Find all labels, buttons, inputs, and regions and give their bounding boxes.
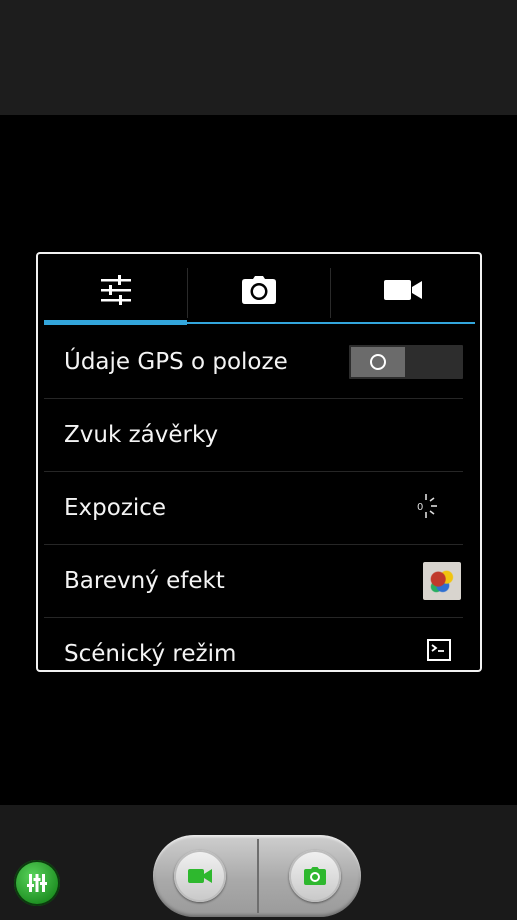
setting-gps-location[interactable]: Údaje GPS o poloze bbox=[44, 326, 463, 399]
setting-color-effect[interactable]: Barevný efekt bbox=[44, 545, 463, 618]
setting-label: Zvuk závěrky bbox=[64, 422, 219, 448]
top-bar bbox=[0, 0, 517, 115]
gps-toggle-switch[interactable] bbox=[349, 345, 463, 379]
setting-shutter-sound[interactable]: Zvuk závěrky bbox=[44, 399, 463, 472]
equalizer-icon bbox=[27, 874, 47, 892]
color-effect-thumbnail bbox=[423, 562, 461, 600]
setting-label: Expozice bbox=[64, 495, 167, 521]
camera-icon bbox=[304, 867, 326, 885]
camera-settings-button[interactable] bbox=[14, 860, 60, 906]
settings-tabs bbox=[44, 254, 475, 326]
setting-exposure[interactable]: Expozice 0 bbox=[44, 472, 463, 545]
exposure-value: 0 bbox=[417, 502, 423, 513]
selected-tab-indicator bbox=[44, 320, 187, 325]
camera-icon bbox=[241, 276, 276, 304]
exposure-icon: 0 bbox=[417, 494, 437, 518]
video-camera-icon bbox=[383, 280, 422, 300]
photo-mode-button[interactable] bbox=[289, 850, 341, 902]
sliders-icon bbox=[100, 275, 131, 305]
setting-label: Barevný efekt bbox=[64, 568, 225, 594]
tab-video-settings[interactable] bbox=[330, 254, 475, 326]
scene-mode-icon bbox=[427, 639, 451, 661]
video-camera-icon bbox=[188, 869, 212, 883]
capture-mode-switcher bbox=[153, 835, 361, 917]
switcher-divider bbox=[257, 839, 259, 913]
toggle-knob bbox=[351, 347, 405, 377]
settings-panel: Údaje GPS o poloze Zvuk závěrky Expozice… bbox=[36, 252, 482, 672]
settings-list: Údaje GPS o poloze Zvuk závěrky Expozice… bbox=[44, 326, 463, 670]
tab-general-settings[interactable] bbox=[44, 254, 187, 326]
setting-label: Scénický režim bbox=[64, 641, 237, 667]
setting-scene-mode[interactable]: Scénický režim bbox=[44, 618, 463, 670]
setting-label: Údaje GPS o poloze bbox=[64, 349, 288, 375]
video-mode-button[interactable] bbox=[174, 850, 226, 902]
tab-photo-settings[interactable] bbox=[187, 254, 330, 326]
